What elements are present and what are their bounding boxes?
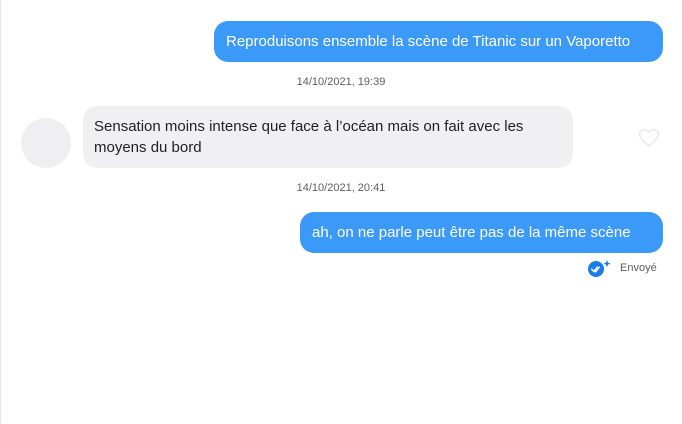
avatar[interactable] bbox=[21, 118, 71, 168]
outgoing-message[interactable]: Reproduisons ensemble la scène de Titani… bbox=[214, 21, 663, 62]
outgoing-message[interactable]: ah, on ne parle peut être pas de la même… bbox=[300, 212, 663, 253]
message-timestamp: 14/10/2021, 19:39 bbox=[296, 76, 386, 88]
message-text: Reproduisons ensemble la scène de Titani… bbox=[226, 33, 631, 50]
message-timestamp: 14/10/2021, 20:41 bbox=[296, 182, 386, 194]
delivery-status: Envoyé bbox=[587, 259, 657, 277]
panel-divider bbox=[0, 0, 1, 424]
message-text: Sensation moins intense que face à l’océ… bbox=[94, 118, 524, 156]
sent-check-icon bbox=[588, 260, 611, 277]
heart-icon[interactable] bbox=[638, 128, 660, 148]
incoming-message[interactable]: Sensation moins intense que face à l’océ… bbox=[83, 106, 573, 168]
status-label: Envoyé bbox=[620, 262, 657, 274]
message-text: ah, on ne parle peut être pas de la même… bbox=[312, 224, 631, 241]
